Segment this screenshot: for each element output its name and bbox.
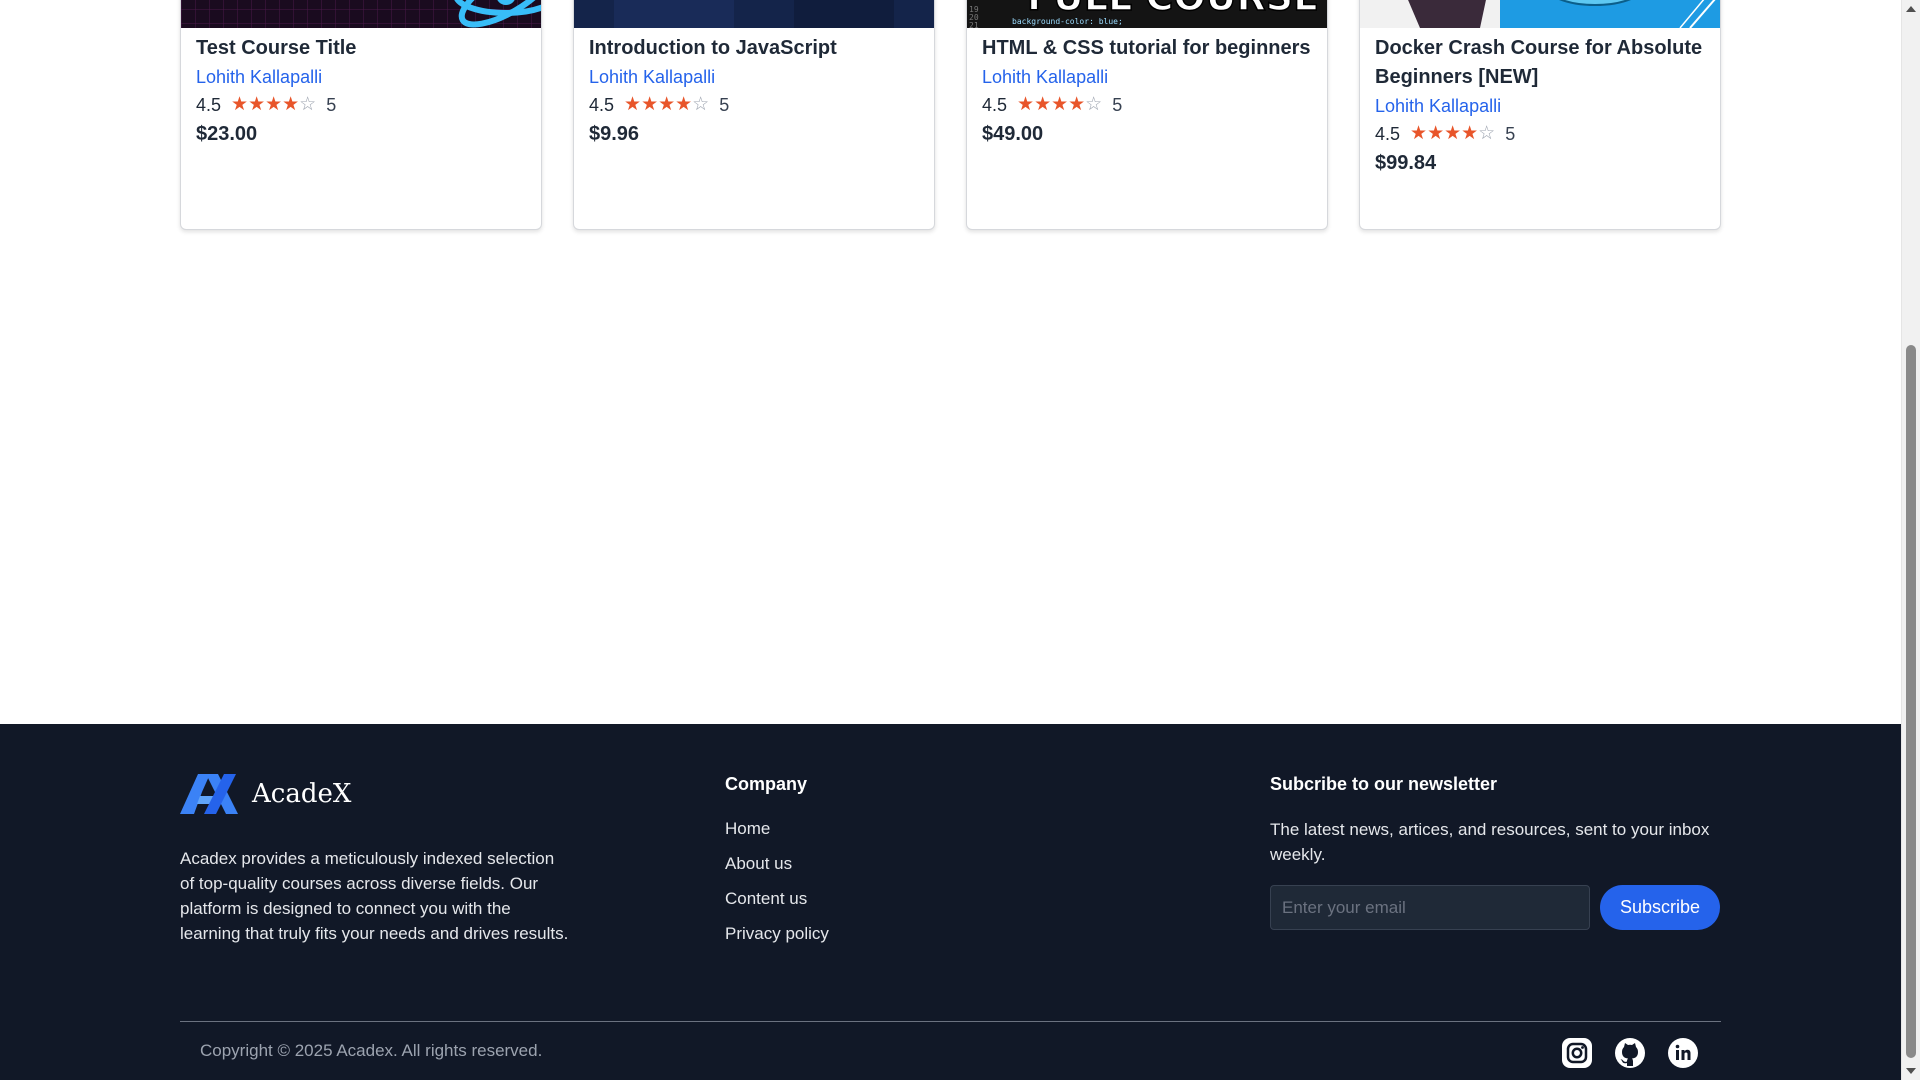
newsletter-form: Subscribe [1270, 885, 1721, 930]
star-rating-icon: ★★★★☆ [1017, 94, 1103, 115]
course-title[interactable]: HTML & CSS tutorial for beginners [982, 34, 1312, 63]
course-card[interactable]: Test Course Title Lohith Kallapalli 4.5 … [180, 0, 542, 230]
scrollbar-thumb[interactable] [1906, 345, 1916, 1058]
course-author[interactable]: Lohith Kallapalli [589, 63, 919, 91]
rating-count: 5 [1505, 124, 1516, 144]
course-title[interactable]: Test Course Title [196, 34, 526, 63]
newsletter-description: The latest news, artices, and resources,… [1270, 820, 1710, 864]
site-footer: AcadeX Acadex provides a meticulously in… [0, 724, 1901, 1080]
subscribe-button[interactable]: Subscribe [1600, 885, 1720, 930]
course-title[interactable]: Introduction to JavaScript [589, 34, 919, 63]
newsletter-heading: Subcribe to our newsletter [1270, 774, 1498, 794]
scroll-up-arrow-icon[interactable] [1906, 6, 1916, 12]
scroll-down-arrow-icon[interactable] [1906, 1068, 1916, 1074]
email-input[interactable] [1270, 885, 1590, 930]
course-price: $23.00 [196, 123, 258, 145]
course-card[interactable]: Docker Crash Course for Absolute Beginne… [1359, 0, 1721, 230]
course-card[interactable]: 19 20 21 background-color: blue; FULL CO… [966, 0, 1328, 230]
course-thumbnail [574, 0, 934, 28]
footer-link-home[interactable]: Home [725, 817, 829, 852]
rating-count: 5 [719, 95, 730, 115]
star-rating-icon: ★★★★☆ [1410, 123, 1496, 144]
thumb-banner-text: FULL COURSE [1027, 0, 1319, 19]
course-author[interactable]: Lohith Kallapalli [196, 63, 526, 91]
course-price: $99.84 [1375, 152, 1437, 174]
footer-link-privacy[interactable]: Privacy policy [725, 922, 829, 957]
footer-newsletter: Subcribe to our newsletter The latest ne… [1270, 774, 1721, 930]
svg-text:21: 21 [969, 21, 979, 28]
rating-value: 4.5 [196, 95, 222, 115]
rating-value: 4.5 [982, 95, 1008, 115]
footer-divider [180, 1021, 1721, 1022]
rating-value: 4.5 [589, 95, 615, 115]
vertical-scrollbar[interactable] [1901, 0, 1920, 1080]
brand-name: AcadeX [252, 779, 352, 809]
course-card[interactable]: Introduction to JavaScript Lohith Kallap… [573, 0, 935, 230]
course-grid: Test Course Title Lohith Kallapalli 4.5 … [180, 0, 1721, 232]
page-content: Test Course Title Lohith Kallapalli 4.5 … [0, 0, 1901, 1080]
course-rating: 4.5 ★★★★☆ 5 [982, 91, 1312, 119]
github-icon[interactable] [1614, 1037, 1645, 1068]
course-rating: 4.5 ★★★★☆ 5 [589, 91, 919, 119]
course-title[interactable]: Docker Crash Course for Absolute Beginne… [1375, 34, 1705, 92]
course-rating: 4.5 ★★★★☆ 5 [196, 91, 526, 119]
course-rating: 4.5 ★★★★☆ 5 [1375, 120, 1705, 148]
footer-about-text: Acadex provides a meticulously indexed s… [180, 849, 569, 943]
star-rating-icon: ★★★★☆ [231, 94, 317, 115]
star-rating-icon: ★★★★☆ [624, 94, 710, 115]
footer-logo[interactable]: AcadeX [180, 774, 351, 814]
footer-company: Company Home About us Content us Privacy… [725, 774, 829, 957]
linkedin-icon[interactable] [1667, 1037, 1698, 1068]
social-links [1561, 1037, 1720, 1068]
course-price: $9.96 [589, 123, 640, 145]
rating-count: 5 [1112, 95, 1123, 115]
footer-link-content[interactable]: Content us [725, 887, 829, 922]
rating-value: 4.5 [1375, 124, 1401, 144]
acadex-logo-icon [180, 774, 238, 814]
rating-count: 5 [326, 95, 337, 115]
company-heading: Company [725, 774, 808, 794]
copyright-text: Copyright © 2025 Acadex. All rights rese… [200, 1041, 543, 1060]
footer-link-about[interactable]: About us [725, 852, 829, 887]
course-author[interactable]: Lohith Kallapalli [1375, 92, 1705, 120]
course-thumbnail: 19 20 21 background-color: blue; FULL CO… [967, 0, 1327, 28]
course-price: $49.00 [982, 123, 1044, 145]
course-thumbnail [181, 0, 541, 28]
course-thumbnail [1360, 0, 1720, 28]
course-author[interactable]: Lohith Kallapalli [982, 63, 1312, 91]
instagram-icon[interactable] [1561, 1037, 1592, 1068]
